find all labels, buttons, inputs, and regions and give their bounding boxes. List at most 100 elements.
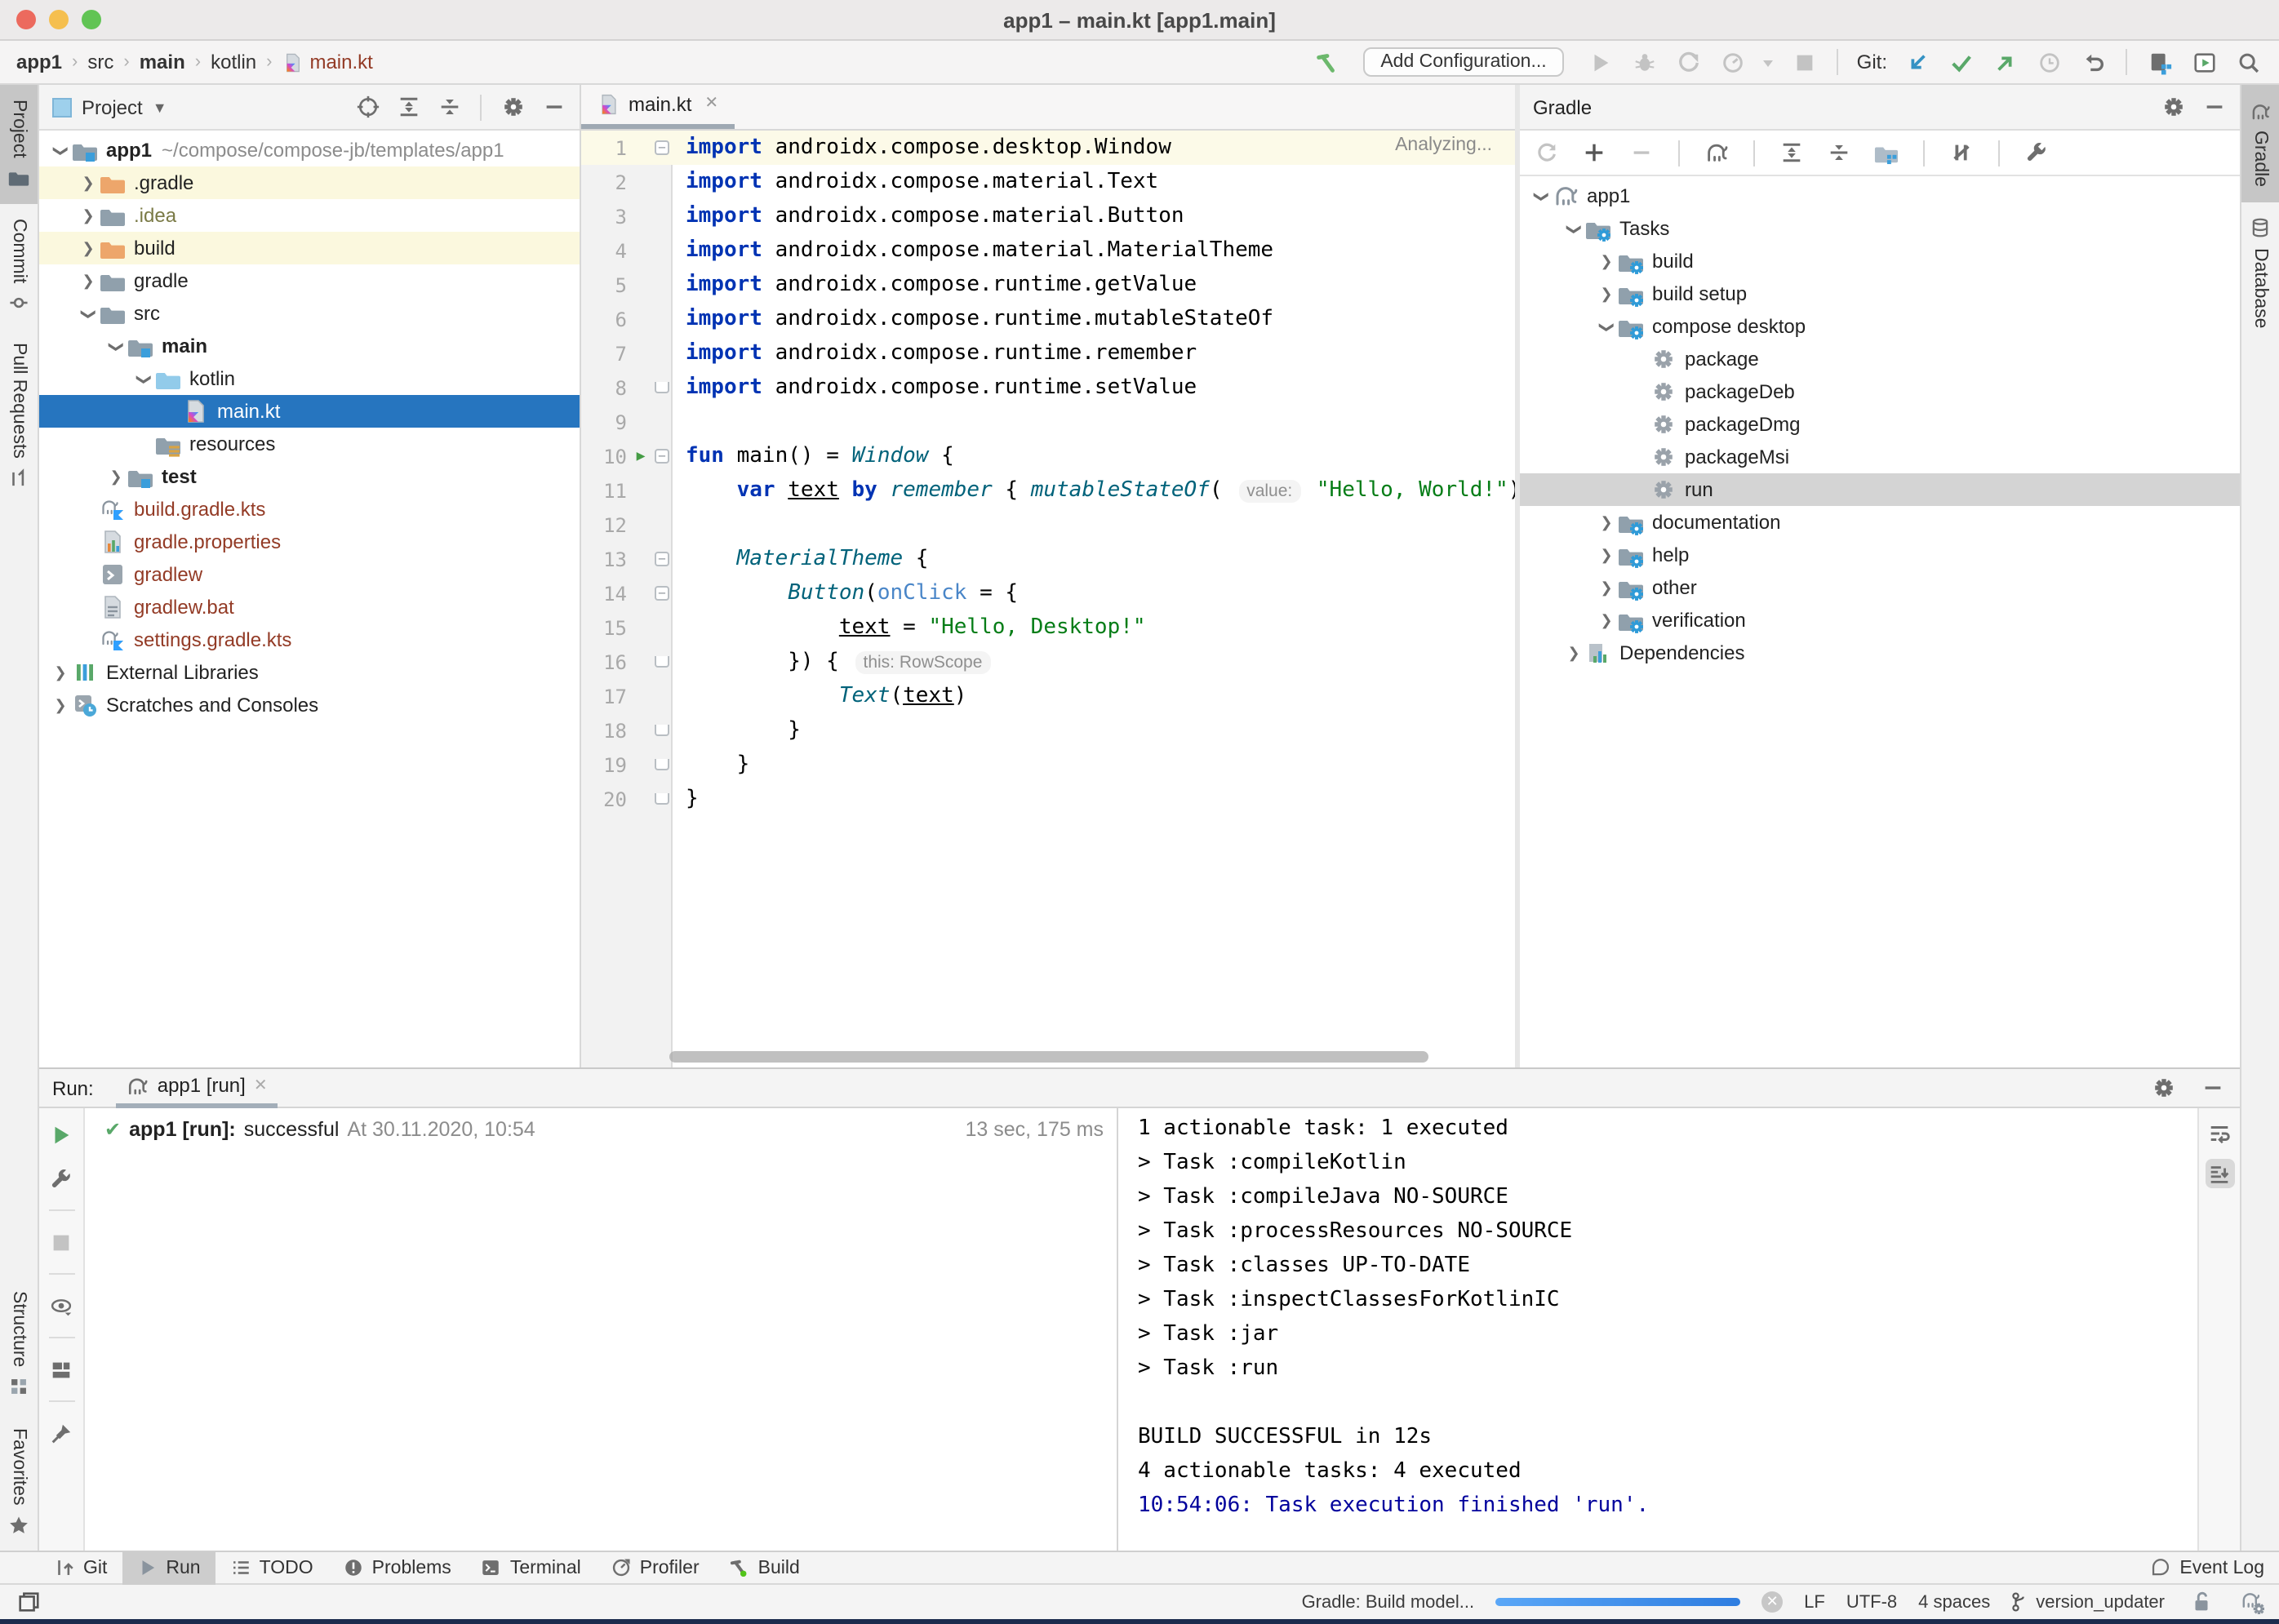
chevron-expanded-icon[interactable]: ❯	[51, 139, 69, 162]
scroll-to-end-icon[interactable]	[2205, 1159, 2234, 1188]
execute-task-icon[interactable]	[1703, 139, 1730, 166]
code-line-6[interactable]: 6 import androidx.compose.runtime.mutable…	[581, 302, 1515, 336]
code-line-17[interactable]: 17 Text(text)	[581, 679, 1515, 713]
project-structure-icon[interactable]	[2145, 47, 2175, 77]
tree-item-kotlin[interactable]: ❯ kotlin	[39, 362, 580, 395]
breadcrumb-item-main-kt[interactable]: main.kt	[282, 51, 373, 73]
tree-item-documentation[interactable]: ❯ documentation	[1520, 506, 2240, 539]
tree-item-src[interactable]: ❯ src	[39, 297, 580, 330]
expand-all-icon[interactable]	[1778, 139, 1806, 166]
chevron-collapsed-icon[interactable]: ❯	[77, 272, 100, 290]
expand-all-icon[interactable]	[395, 94, 421, 120]
rerun-icon[interactable]	[48, 1121, 74, 1147]
tree-item-run[interactable]: run	[1520, 473, 2240, 506]
stripe-button-gradle[interactable]: Gradle	[2241, 85, 2279, 202]
tree-item-main[interactable]: ❯ main	[39, 330, 580, 362]
code-line-7[interactable]: 7 import androidx.compose.runtime.remembe…	[581, 336, 1515, 371]
chevron-collapsed-icon[interactable]: ❯	[1595, 252, 1618, 270]
gear-icon[interactable]	[2160, 94, 2186, 120]
running-app-icon[interactable]	[2189, 47, 2219, 77]
code-line-11[interactable]: 11 var text by remember { mutableStateOf…	[581, 473, 1515, 508]
chevron-collapsed-icon[interactable]: ❯	[49, 696, 72, 714]
reload-gradle-icon[interactable]	[1533, 139, 1561, 166]
stripe-button-favorites[interactable]: Favorites	[0, 1413, 38, 1551]
tree-item-build-setup[interactable]: ❯ build setup	[1520, 277, 2240, 310]
code-line-20[interactable]: 20}	[581, 782, 1515, 816]
search-everywhere-icon[interactable]	[2233, 47, 2263, 77]
toolwindow-button-problems[interactable]: Problems	[328, 1551, 466, 1584]
chevron-collapsed-icon[interactable]: ❯	[1562, 644, 1585, 662]
chevron-expanded-icon[interactable]: ❯	[1565, 217, 1583, 240]
chevron-expanded-icon[interactable]: ❯	[135, 367, 153, 390]
tree-item-packagemsi[interactable]: packageMsi	[1520, 441, 2240, 473]
code-line-2[interactable]: 2 import androidx.compose.material.Text	[581, 165, 1515, 199]
toolwindow-button-profiler[interactable]: Profiler	[596, 1551, 714, 1584]
breadcrumb-item-kotlin[interactable]: kotlin	[211, 51, 256, 73]
stripe-button-database[interactable]: Database	[2241, 202, 2279, 342]
close-tab-icon[interactable]: ✕	[704, 95, 718, 113]
chevron-collapsed-icon[interactable]: ❯	[1595, 579, 1618, 597]
code-line-18[interactable]: 18 }	[581, 713, 1515, 748]
tree-item-gradlew[interactable]: gradlew	[39, 558, 580, 591]
tree-item-settings-gradle-kts[interactable]: settings.gradle.kts	[39, 623, 580, 656]
git-commit-icon[interactable]	[1946, 47, 1975, 77]
gear-icon[interactable]	[500, 94, 526, 120]
code-line-16[interactable]: 16 }) { this: RowScope	[581, 645, 1515, 679]
toolwindow-button-git[interactable]: Git	[39, 1551, 122, 1584]
tree-item-main-kt[interactable]: main.kt	[39, 395, 580, 428]
pin-tab-icon[interactable]	[48, 1420, 74, 1446]
code-line-19[interactable]: 19 }	[581, 748, 1515, 782]
code-line-14[interactable]: 14− Button(onClick = {	[581, 576, 1515, 610]
rollback-icon[interactable]	[2078, 47, 2108, 77]
collapse-all-icon[interactable]	[1825, 139, 1853, 166]
code-line-1[interactable]: 1− import androidx.compose.desktop.Window	[581, 131, 1515, 165]
filter-eye-icon[interactable]	[48, 1293, 74, 1319]
project-panel-title[interactable]: Project ▼	[52, 95, 167, 118]
code-line-10[interactable]: 10 ▶ − fun main() = Window {	[581, 439, 1515, 473]
edit-configuration-icon[interactable]	[48, 1165, 74, 1191]
breadcrumb-item-main[interactable]: main	[140, 51, 185, 73]
tree-item-gradlew-bat[interactable]: gradlew.bat	[39, 591, 580, 623]
chevron-collapsed-icon[interactable]: ❯	[77, 239, 100, 257]
tree-item-external-libraries[interactable]: ❯ External Libraries	[39, 656, 580, 689]
chevron-collapsed-icon[interactable]: ❯	[77, 206, 100, 224]
cancel-progress-icon[interactable]: ✕	[1761, 1591, 1784, 1613]
code-line-13[interactable]: 13− MaterialTheme {	[581, 542, 1515, 576]
tree-item-app1[interactable]: ❯ app1	[1520, 180, 2240, 212]
tab-main-kt[interactable]: main.kt ✕	[581, 83, 735, 129]
tab-app1-run[interactable]: app1 [run] ✕	[116, 1068, 278, 1107]
build-hammer-icon[interactable]	[1312, 47, 1341, 77]
stripe-button-pull-requests[interactable]: Pull Requests	[0, 329, 38, 505]
gradle-daemon-icon[interactable]	[2237, 1587, 2266, 1617]
chevron-expanded-icon[interactable]: ❯	[1597, 315, 1615, 338]
chevron-collapsed-icon[interactable]: ❯	[1595, 513, 1618, 531]
chevron-collapsed-icon[interactable]: ❯	[1595, 285, 1618, 303]
tree-item-build[interactable]: ❯ build	[1520, 245, 2240, 277]
hide-panel-icon[interactable]	[2197, 1073, 2227, 1103]
tree-item-packagedmg[interactable]: packageDmg	[1520, 408, 2240, 441]
stripe-button-commit[interactable]: Commit	[0, 204, 38, 329]
chevron-expanded-icon[interactable]: ❯	[1532, 184, 1550, 207]
code-line-4[interactable]: 4 import androidx.compose.material.Materi…	[581, 233, 1515, 268]
tree-item-test[interactable]: ❯ test	[39, 460, 580, 493]
add-configuration-button[interactable]: Add Configuration...	[1362, 47, 1565, 77]
run-line-icon[interactable]: ▶	[630, 448, 651, 464]
chevron-collapsed-icon[interactable]: ❯	[1595, 546, 1618, 564]
toolwindow-button-run[interactable]: Run	[122, 1551, 215, 1584]
tree-item-gradle-properties[interactable]: gradle.properties	[39, 526, 580, 558]
code-editor[interactable]: 1− import androidx.compose.desktop.Window…	[581, 131, 1515, 1067]
tree-item-tasks[interactable]: ❯ Tasks	[1520, 212, 2240, 245]
tree-item-packagedeb[interactable]: packageDeb	[1520, 375, 2240, 408]
encoding-indicator[interactable]: UTF-8	[1846, 1592, 1897, 1612]
tree-item--gradle[interactable]: ❯ .gradle	[39, 166, 580, 199]
chevron-expanded-icon[interactable]: ❯	[79, 302, 97, 325]
chevron-expanded-icon[interactable]: ❯	[107, 335, 125, 357]
breadcrumb-item-src[interactable]: src	[87, 51, 113, 73]
tree-item-compose-desktop[interactable]: ❯ compose desktop	[1520, 310, 2240, 343]
tree-item-scratches-and-consoles[interactable]: ❯ Scratches and Consoles	[39, 689, 580, 721]
code-line-8[interactable]: 8 import androidx.compose.runtime.setValu…	[581, 371, 1515, 405]
run-console[interactable]: 1 actionable task: 1 executed > Task :com…	[1118, 1108, 2197, 1551]
git-push-icon[interactable]	[1990, 47, 2019, 77]
tree-item-other[interactable]: ❯ other	[1520, 571, 2240, 604]
gear-icon[interactable]	[2148, 1073, 2178, 1103]
